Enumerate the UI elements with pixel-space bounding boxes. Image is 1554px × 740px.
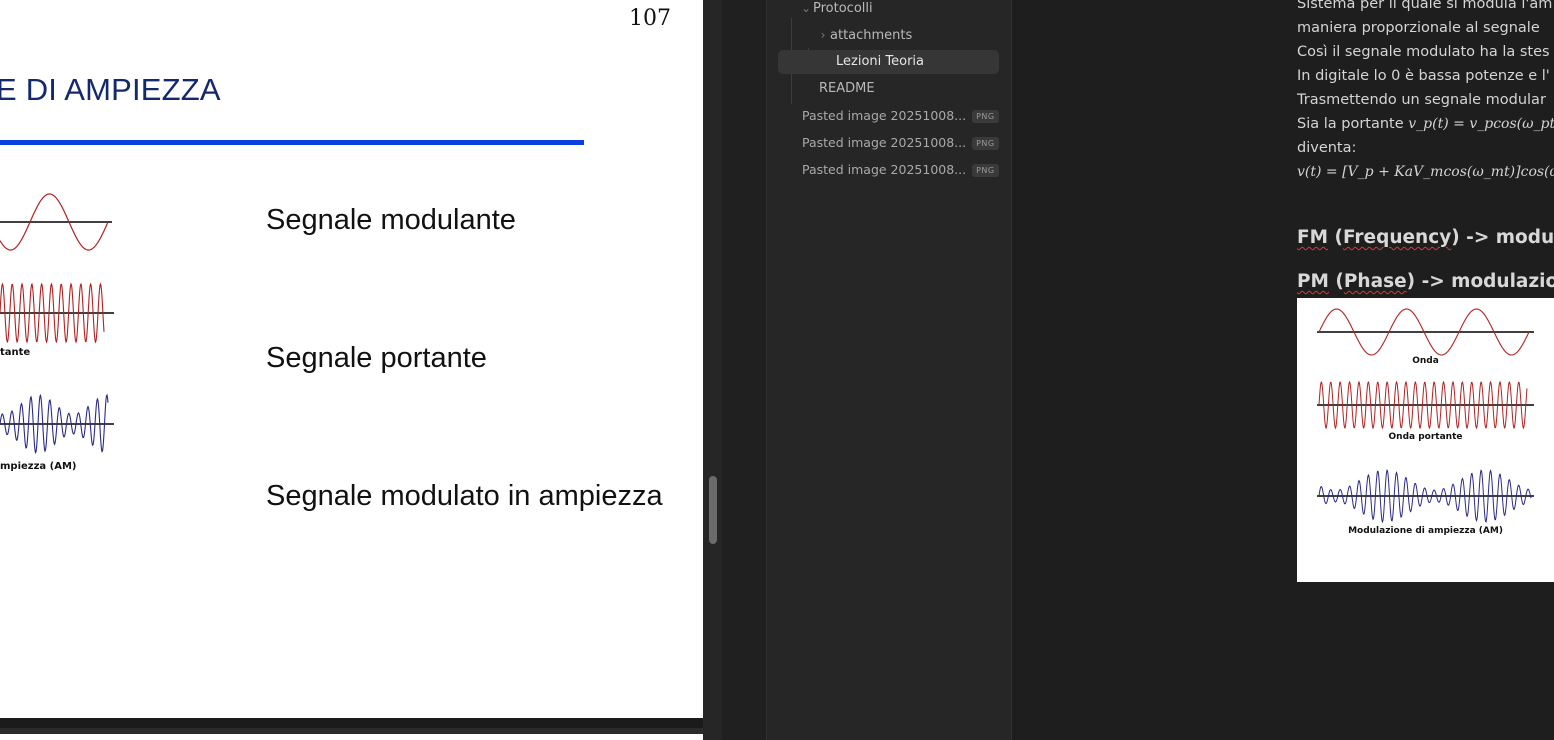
file-explorer: ⌄ Protocolli › attachments Lezioni Teoria … [767, 0, 1012, 740]
pane-splitter[interactable] [703, 0, 722, 740]
pdf-viewer-pane[interactable]: 107 E DI AMPIEZZA tante mpiezza (AM) Seg… [0, 0, 703, 740]
next-slide-page [0, 734, 703, 740]
tree-item-label: Pasted image 20251008... [802, 162, 967, 177]
tree-file-pasted-image[interactable]: Pasted image 20251008... PNG [802, 131, 999, 155]
slide-page: 107 E DI AMPIEZZA tante mpiezza (AM) Seg… [0, 0, 703, 718]
tree-item-label: attachments [830, 28, 913, 43]
block-math: v(t) = [V_p + KaV_mcos(ω_mt)]cos(ω_pt) [1297, 164, 1554, 180]
tree-item-label: Pasted image 20251008... [802, 135, 967, 150]
tree-item-label: Pasted image 20251008... [802, 108, 967, 123]
inline-math: v_p(t) = v_pcos(ω_pt) [1408, 116, 1554, 132]
splitter-scroll-handle[interactable] [709, 476, 717, 544]
heading-pm: PM (Phase) -> modulazione [1297, 271, 1554, 292]
tree-file-lezioni-teoria[interactable]: Lezioni Teoria [778, 50, 999, 74]
chevron-down-icon: ⌄ [800, 1, 812, 15]
note-line-carrier: Sia la portante v_p(t) = v_pcos(ω_pt) co [1297, 116, 1554, 132]
tree-folder-protocolli[interactable]: ⌄ Protocolli [799, 0, 873, 20]
embedded-caption: Onda [1412, 356, 1439, 366]
file-type-badge: PNG [972, 164, 999, 177]
embedded-wave-am [1317, 469, 1534, 524]
tree-file-readme[interactable]: README [819, 77, 875, 101]
carrier-caption: tante [0, 347, 31, 358]
heading-text: -> modulazione [1421, 271, 1554, 292]
spellcheck-word: FM [1297, 227, 1329, 248]
tree-file-pasted-image[interactable]: Pasted image 20251008... PNG [802, 158, 999, 182]
modulating-wave-figure [0, 193, 112, 251]
title-underline [0, 140, 584, 145]
am-caption: mpiezza (AM) [0, 461, 77, 472]
label-carrier-signal: Segnale portante [266, 342, 487, 374]
formula-line: v(t) = [V_p + KaV_mcos(ω_mt)]cos(ω_pt) [1297, 164, 1554, 180]
embedded-wave-carrier [1317, 380, 1534, 430]
heading-fm: FM (Frequency) -> modula [1297, 227, 1554, 248]
note-line: maniera proporzionale al segnale [1297, 20, 1540, 36]
note-line: Trasmettendo un segnale modular [1297, 92, 1546, 108]
spellcheck-word: PM [1297, 271, 1329, 292]
am-wave-figure [0, 393, 114, 455]
note-line: diventa: [1297, 140, 1357, 156]
tree-item-label: README [819, 81, 875, 96]
tree-item-label: Protocolli [813, 1, 873, 16]
label-am-signal: Segnale modulato in ampiezza [266, 480, 663, 512]
spellcheck-word: Phase [1343, 271, 1407, 292]
note-editor[interactable]: Sistema per il quale si modula l'am mani… [1012, 0, 1554, 740]
page-gap [0, 718, 703, 728]
note-text: Sia la portante [1297, 116, 1404, 132]
page-number: 107 [629, 6, 671, 31]
note-line: In digitale lo 0 è bassa potenze e l' [1297, 68, 1550, 84]
note-line: Sistema per il quale si modula l'am [1297, 0, 1553, 12]
tree-folder-attachments[interactable]: › attachments [816, 23, 913, 47]
slide-title: E DI AMPIEZZA [0, 72, 221, 107]
carrier-wave-figure [0, 282, 114, 344]
spellcheck-word: Frequency [1342, 227, 1452, 248]
chevron-right-icon: › [820, 28, 826, 42]
file-type-badge: PNG [972, 137, 999, 150]
heading-text: -> modula [1466, 227, 1554, 248]
file-type-badge: PNG [972, 110, 999, 123]
embedded-caption: Modulazione di ampiezza (AM) [1348, 526, 1503, 536]
left-ribbon [722, 0, 767, 740]
tree-file-pasted-image[interactable]: Pasted image 20251008... PNG [802, 104, 999, 128]
tree-item-label: Lezioni Teoria [836, 54, 924, 69]
embedded-image[interactable]: Onda Onda portante Modulazione di ampiez… [1297, 298, 1554, 582]
label-modulating-signal: Segnale modulante [266, 204, 516, 236]
embedded-caption: Onda portante [1388, 432, 1463, 442]
embedded-wave-onda [1317, 308, 1534, 356]
note-line: Così il segnale modulato ha la stes [1297, 44, 1550, 60]
